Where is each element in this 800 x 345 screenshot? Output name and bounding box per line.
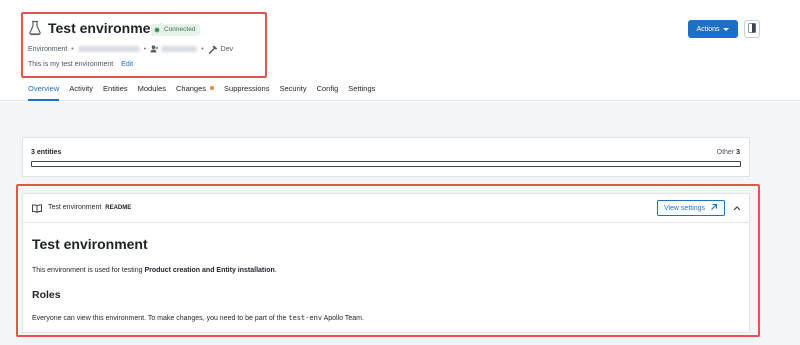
entities-summary-card: 3 entities Other 3 <box>22 137 750 177</box>
tab-label: Settings <box>348 84 376 93</box>
header-highlight-box <box>21 12 267 78</box>
tab-label: Modules <box>137 84 166 93</box>
tab-settings[interactable]: Settings <box>348 82 375 101</box>
tab-activity[interactable]: Activity <box>69 82 93 101</box>
tab-label: Activity <box>69 84 94 93</box>
tab-changes[interactable]: Changes <box>176 82 215 101</box>
entities-count: 3 entities <box>31 149 62 156</box>
toggle-panel-button[interactable] <box>744 20 760 38</box>
caret-down-icon <box>723 27 730 31</box>
entities-distribution-bar <box>31 161 741 167</box>
tab-overview[interactable]: Overview <box>28 82 60 101</box>
actions-button-label: Actions <box>696 25 720 33</box>
entities-other: Other 3 <box>717 149 740 156</box>
tab-label: Config <box>316 84 339 93</box>
readme-highlight-box <box>16 184 760 337</box>
actions-button[interactable]: Actions <box>688 20 738 38</box>
tab-label: Suppressions <box>224 84 270 93</box>
tab-label: Overview <box>28 84 60 93</box>
tab-label: Entities <box>103 84 128 93</box>
tab-modules[interactable]: Modules <box>138 82 166 101</box>
notification-dot-icon <box>210 86 215 91</box>
tab-entities[interactable]: Entities <box>103 82 128 101</box>
other-count: 3 <box>736 149 740 156</box>
tab-suppressions[interactable]: Suppressions <box>224 82 269 101</box>
panel-toggle-icon <box>748 23 756 35</box>
tab-security[interactable]: Security <box>279 82 306 101</box>
tab-label: Changes <box>176 84 207 93</box>
tab-label: Security <box>279 84 307 93</box>
environment-tabs: Overview Activity Entities Modules Chang… <box>28 82 385 101</box>
tab-config[interactable]: Config <box>317 82 339 101</box>
other-label: Other <box>716 149 735 156</box>
